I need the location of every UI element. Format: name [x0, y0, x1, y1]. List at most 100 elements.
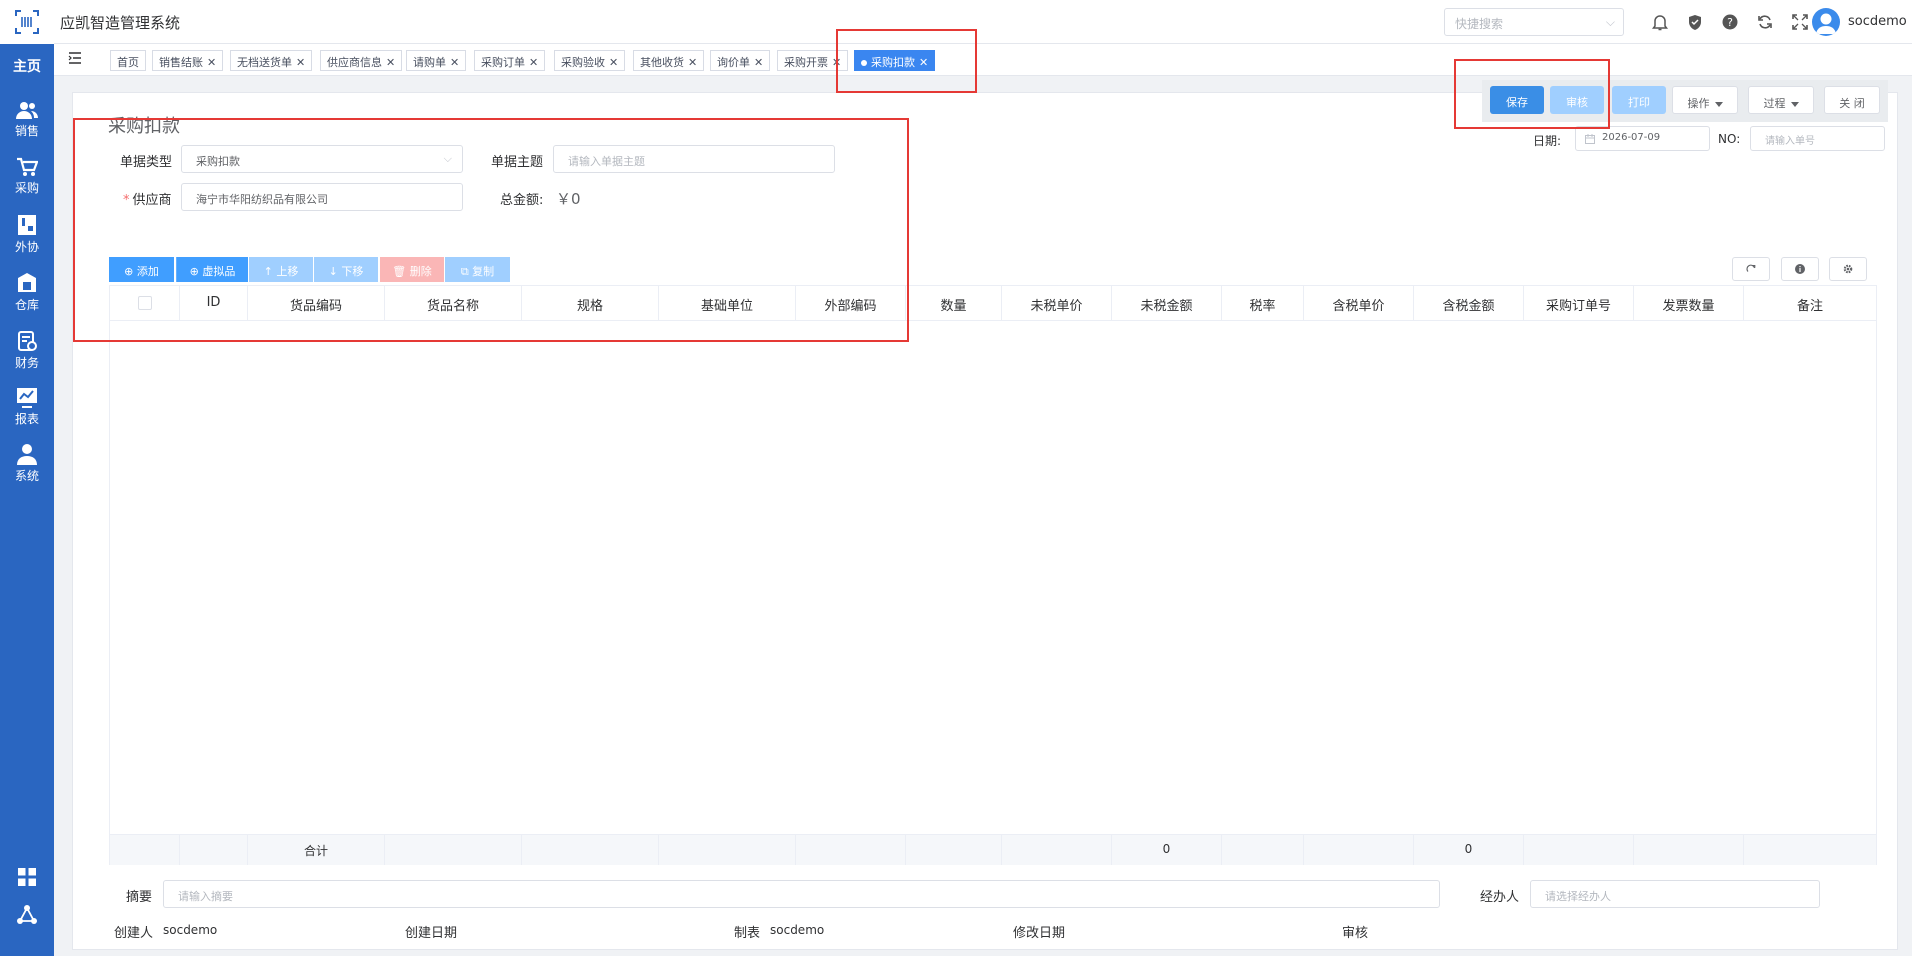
grid-icon [18, 868, 36, 886]
sidebar-item-label: 财务 [14, 356, 39, 370]
tab-supplier-info[interactable]: 供应商信息 ✕ [320, 50, 403, 71]
tab-sales-settlement[interactable]: 销售结账 ✕ [152, 50, 224, 71]
column-header[interactable]: 采购订单号 [1524, 286, 1634, 320]
top-header: 应凯智造管理系统 快捷搜索 ⌵ ? socdemo [54, 0, 1912, 44]
svg-text:?: ? [1727, 16, 1733, 29]
users-icon [16, 102, 38, 119]
items-table: ID 货品编码 货品名称 规格 基础单位 外部编码 数量 未税单价 未税金额 税… [109, 285, 1877, 865]
tab-purchase-acceptance[interactable]: 采购验收 ✕ [554, 50, 626, 71]
avatar[interactable] [1812, 8, 1840, 36]
summary-label: 摘要 [126, 890, 153, 905]
sidebar-item-system[interactable]: 系统 [0, 443, 54, 484]
grid-refresh-icon[interactable] [1732, 257, 1770, 281]
quick-search-placeholder: 快捷搜索 [1455, 17, 1504, 31]
sidebar-item-sales[interactable]: 销售 [0, 100, 54, 139]
close-icon[interactable]: ✕ [450, 56, 459, 69]
shield-icon[interactable] [1685, 12, 1705, 32]
column-header[interactable]: 发票数量 [1634, 286, 1744, 320]
no-label: NO: [1718, 132, 1741, 146]
column-header[interactable]: 未税金额 [1112, 286, 1222, 320]
tab-home[interactable]: 首页 [110, 50, 146, 71]
close-icon[interactable]: ✕ [609, 56, 618, 69]
footer-taxed-amount: 0 [1414, 835, 1524, 865]
operate-dropdown[interactable]: 操作 [1672, 86, 1738, 114]
close-icon[interactable]: ✕ [754, 56, 763, 69]
column-header[interactable]: 含税金额 [1414, 286, 1524, 320]
close-icon[interactable]: ✕ [207, 56, 216, 69]
column-header[interactable]: 未税单价 [1002, 286, 1112, 320]
sidebar-item-label: 采购 [14, 181, 39, 195]
process-dropdown[interactable]: 过程 [1748, 86, 1814, 114]
footer-untaxed-amount: 0 [1112, 835, 1222, 865]
sidebar-item-finance[interactable]: 财务 [0, 330, 54, 371]
info-icon[interactable] [1781, 257, 1819, 281]
report-icon [17, 388, 37, 408]
refresh-icon[interactable] [1755, 12, 1775, 32]
network-icon [17, 905, 37, 924]
sidebar-item-label: 系统 [14, 469, 39, 483]
network-button[interactable] [0, 904, 54, 926]
menu-toggle-icon[interactable] [68, 51, 82, 68]
summary-input[interactable]: 请输入摘要 [163, 880, 1440, 908]
close-icon[interactable]: ✕ [296, 56, 305, 69]
help-icon[interactable]: ? [1720, 12, 1740, 32]
tab-purchase-order[interactable]: 采购订单 ✕ [474, 50, 546, 71]
creator-label: 创建人 [114, 926, 154, 941]
sidebar-item-warehouse[interactable]: 仓库 [0, 272, 54, 313]
user-icon [17, 444, 37, 465]
creator-value: socdemo [163, 923, 218, 937]
highlight-box-actions [1454, 59, 1610, 129]
caret-down-icon [1714, 101, 1723, 107]
table-footer: 合计 0 0 [110, 834, 1876, 865]
barcode-logo-icon [15, 10, 39, 34]
highlight-box-form [73, 118, 909, 342]
sidebar-item-purchase[interactable]: 采购 [0, 157, 54, 196]
tab-inquiry[interactable]: 询价单 ✕ [710, 50, 771, 71]
tab-other-receipt[interactable]: 其他收货 ✕ [633, 50, 705, 71]
modified-date-label: 修改日期 [1013, 926, 1066, 941]
sidebar: 主页 销售 采购 外协 仓库 财务 报表 系统 [0, 0, 54, 956]
no-input[interactable]: 请输入单号 [1750, 126, 1885, 151]
maker-label: 制表 [734, 926, 761, 941]
column-header[interactable]: 税率 [1222, 286, 1304, 320]
close-icon[interactable]: ✕ [386, 56, 395, 69]
quick-search-select[interactable]: 快捷搜索 ⌵ [1444, 8, 1624, 36]
calendar-icon [1585, 134, 1595, 144]
settings-gear-icon[interactable] [1829, 257, 1867, 281]
caret-down-icon [1790, 101, 1799, 107]
maker-value: socdemo [770, 923, 825, 937]
tabs-bar: 首页 销售结账 ✕ 无档送货单 ✕ 供应商信息 ✕ 请购单 ✕ 采购订单 ✕ 采购验收 ✕ … [54, 44, 1912, 76]
column-header[interactable]: 备注 [1744, 286, 1876, 320]
sidebar-item-outsourcing[interactable]: 外协 [0, 214, 54, 255]
sidebar-home[interactable]: 主页 [0, 56, 54, 76]
created-date-label: 创建日期 [405, 926, 458, 941]
fullscreen-icon[interactable] [1790, 12, 1810, 32]
print-button[interactable]: 打印 [1612, 86, 1666, 114]
footer-total-label: 合计 [248, 835, 385, 865]
outsourcing-icon [18, 215, 36, 235]
finance-icon [18, 331, 37, 351]
app-title: 应凯智造管理系统 [60, 14, 181, 32]
audit-label: 审核 [1342, 926, 1369, 941]
sidebar-item-report[interactable]: 报表 [0, 386, 54, 427]
sidebar-item-label: 销售 [14, 124, 39, 138]
column-header[interactable]: 含税单价 [1304, 286, 1414, 320]
username[interactable]: socdemo [1848, 14, 1907, 29]
close-icon[interactable]: ✕ [529, 56, 538, 69]
tab-purchase-request[interactable]: 请购单 ✕ [406, 50, 467, 71]
handler-select[interactable]: 请选择经办人 [1530, 880, 1820, 908]
sidebar-item-label: 报表 [14, 412, 39, 426]
warehouse-icon [18, 273, 36, 292]
handler-label: 经办人 [1480, 890, 1520, 905]
close-icon[interactable]: ✕ [688, 56, 697, 69]
apps-grid-button[interactable] [0, 868, 54, 886]
column-header[interactable]: 数量 [906, 286, 1002, 320]
sidebar-item-label: 仓库 [14, 298, 39, 312]
highlight-box-tab [836, 29, 977, 93]
date-picker[interactable]: 2026-07-09 [1575, 126, 1710, 151]
date-label: 日期: [1533, 134, 1562, 148]
app-logo[interactable] [0, 0, 54, 44]
bell-icon[interactable] [1650, 12, 1670, 32]
close-button[interactable]: 关 闭 [1824, 86, 1880, 114]
tab-no-file-delivery[interactable]: 无档送货单 ✕ [230, 50, 313, 71]
